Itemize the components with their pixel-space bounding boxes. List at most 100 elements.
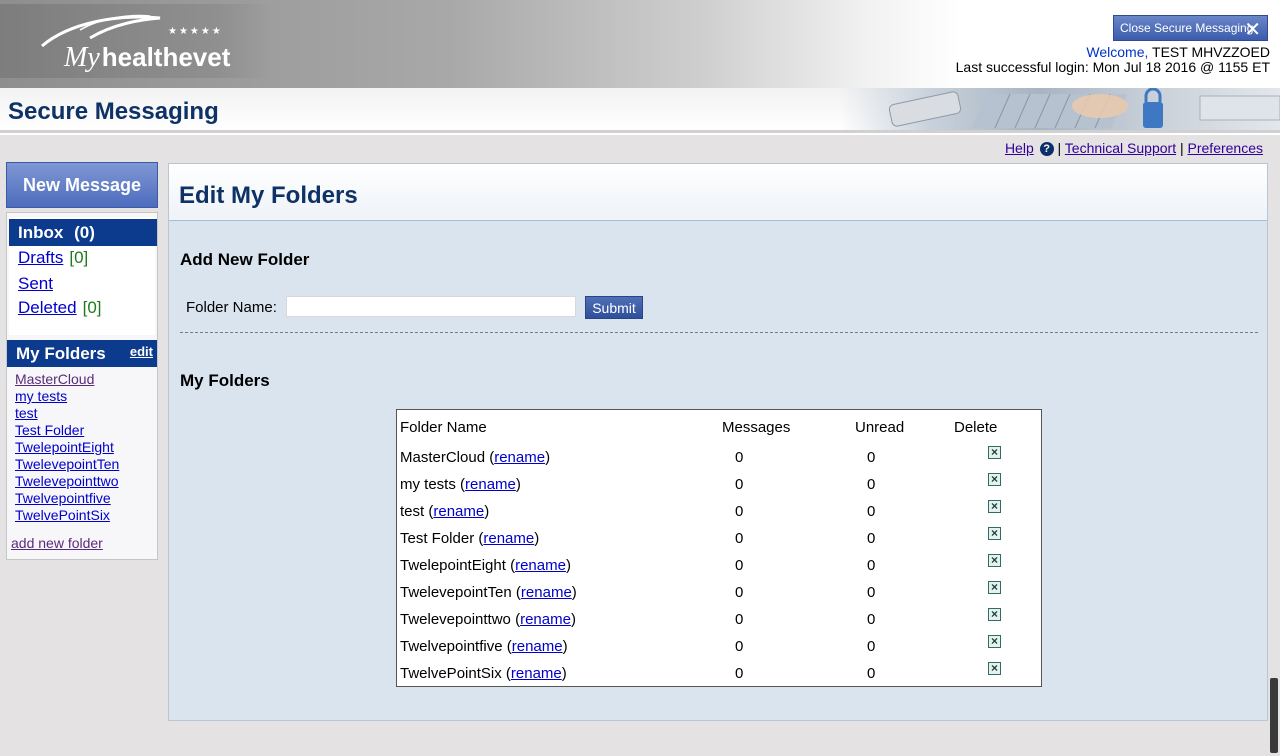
edit-folders-link[interactable]: edit xyxy=(130,338,153,365)
table-row: my tests (rename) 0 0 × xyxy=(397,473,1041,503)
messages-count: 0 xyxy=(735,530,744,547)
rename-link[interactable]: rename xyxy=(521,584,572,601)
user-name: TEST MHVZZOED xyxy=(1152,44,1270,60)
folder-name-input[interactable] xyxy=(286,296,576,317)
title-bar: Secure Messaging xyxy=(0,88,1280,133)
my-folders-heading: My Folders xyxy=(180,371,270,390)
add-folder-heading: Add New Folder xyxy=(180,250,310,269)
messages-count: 0 xyxy=(735,449,744,466)
content-panel: Edit My Folders Add New Folder Folder Na… xyxy=(168,163,1268,721)
table-row: MasterCloud (rename) 0 0 × xyxy=(397,446,1041,476)
folder-name-text: Twelvepointfive xyxy=(400,638,503,655)
folder-name-text: MasterCloud xyxy=(400,449,486,466)
column-header-folder-name: Folder Name xyxy=(400,419,487,436)
inbox-count: (0) xyxy=(74,223,95,242)
rename-link[interactable]: rename xyxy=(520,611,571,628)
help-link[interactable]: Help xyxy=(1005,140,1034,156)
folder-name-cell: TwelvePointSix (rename) xyxy=(400,665,567,682)
delete-x-icon[interactable]: × xyxy=(988,446,1001,459)
table-row: Test Folder (rename) 0 0 × xyxy=(397,527,1041,557)
delete-x-icon[interactable]: × xyxy=(988,608,1001,621)
messages-count: 0 xyxy=(735,476,744,493)
unread-count: 0 xyxy=(867,449,876,466)
keyboard-banner-image xyxy=(840,88,1280,130)
deleted-count: [0] xyxy=(82,298,102,317)
rename-link[interactable]: rename xyxy=(515,557,566,574)
link-separator: | xyxy=(1179,140,1184,156)
table-row: TwelevepointTen (rename) 0 0 × xyxy=(397,581,1041,611)
messages-count: 0 xyxy=(735,665,744,682)
my-folders-header: My Folders edit xyxy=(7,340,157,367)
rename-link[interactable]: rename xyxy=(483,530,534,547)
column-header-unread: Unread xyxy=(855,419,905,436)
add-new-folder-link[interactable]: add new folder xyxy=(11,535,103,551)
sidebar-item-sent: Sent xyxy=(18,274,53,294)
folder-name-cell: Test Folder (rename) xyxy=(400,530,540,547)
folder-name-cell: my tests (rename) xyxy=(400,476,521,493)
messages-count: 0 xyxy=(735,611,744,628)
scrollbar[interactable] xyxy=(1270,678,1278,753)
preferences-link[interactable]: Preferences xyxy=(1188,140,1263,156)
content-header: Edit My Folders xyxy=(169,164,1267,221)
logo-brand: healthevet xyxy=(101,42,231,72)
submit-button[interactable]: Submit xyxy=(585,296,643,319)
rename-link[interactable]: rename xyxy=(512,638,563,655)
rename-link[interactable]: rename xyxy=(494,449,545,466)
column-header-delete: Delete xyxy=(954,419,998,436)
messages-count: 0 xyxy=(735,584,744,601)
column-header-messages: Messages xyxy=(722,419,791,436)
close-secure-messaging-button[interactable]: Close Secure Messaging ✕ xyxy=(1113,15,1268,41)
rename-link[interactable]: rename xyxy=(465,476,516,493)
myhealthevet-logo[interactable]: ★★★★★ Myhealthevet xyxy=(0,4,270,78)
table-row: Twelevepointtwo (rename) 0 0 × xyxy=(397,608,1041,638)
sidebar-folder-link[interactable]: TwelepointEight xyxy=(15,439,119,456)
sidebar-item-inbox[interactable]: Inbox (0) xyxy=(9,219,157,246)
folder-name-cell: Twelvepointfive (rename) xyxy=(400,638,568,655)
sidebar-folder-link[interactable]: my tests xyxy=(15,388,119,405)
delete-x-icon[interactable]: × xyxy=(988,554,1001,567)
link-separator: | xyxy=(1057,140,1062,156)
sent-link[interactable]: Sent xyxy=(18,274,53,293)
inbox-label: Inbox xyxy=(18,223,64,242)
delete-x-icon[interactable]: × xyxy=(988,635,1001,648)
folder-name-label: Folder Name: xyxy=(186,299,277,316)
welcome-block: Welcome, TEST MHVZZOED Last successful l… xyxy=(956,45,1270,75)
new-message-button[interactable]: New Message xyxy=(6,162,158,208)
sidebar: Inbox (0) Drafts [0] Sent Deleted [0] My F… xyxy=(6,212,158,560)
logo-stars: ★★★★★ xyxy=(168,26,223,37)
help-question-icon[interactable]: ? xyxy=(1039,142,1054,156)
page-title: Secure Messaging xyxy=(8,98,219,125)
logo-text: Myhealthevet xyxy=(64,42,230,74)
sidebar-folder-link[interactable]: TwelvePointSix xyxy=(15,507,119,524)
sidebar-folder-link[interactable]: test xyxy=(15,405,119,422)
rename-link[interactable]: rename xyxy=(433,503,484,520)
keyboard-illustration xyxy=(888,88,1280,129)
top-links: Help ? | Technical Support | Preferences xyxy=(1005,140,1263,156)
technical-support-link[interactable]: Technical Support xyxy=(1065,140,1176,156)
drafts-link[interactable]: Drafts xyxy=(18,248,63,267)
table-row: test (rename) 0 0 × xyxy=(397,500,1041,530)
drafts-count: [0] xyxy=(69,248,89,267)
delete-x-icon[interactable]: × xyxy=(988,473,1001,486)
sidebar-folder-link[interactable]: Twelvepointfive xyxy=(15,490,119,507)
unread-count: 0 xyxy=(867,584,876,601)
sidebar-folder-link[interactable]: MasterCloud xyxy=(15,371,119,388)
deleted-link[interactable]: Deleted xyxy=(18,298,77,317)
delete-x-icon[interactable]: × xyxy=(988,581,1001,594)
delete-x-icon[interactable]: × xyxy=(988,527,1001,540)
folder-name-text: TwelvePointSix xyxy=(400,665,502,682)
sidebar-folder-link[interactable]: Test Folder xyxy=(15,422,119,439)
messages-count: 0 xyxy=(735,557,744,574)
rename-link[interactable]: rename xyxy=(511,665,562,682)
last-login: Last successful login: Mon Jul 18 2016 @… xyxy=(955,59,1270,75)
folder-name-text: TwelevepointTen xyxy=(400,584,512,601)
sidebar-folder-link[interactable]: Twelevepointtwo xyxy=(15,473,119,490)
unread-count: 0 xyxy=(867,476,876,493)
messages-count: 0 xyxy=(735,503,744,520)
delete-x-icon[interactable]: × xyxy=(988,500,1001,513)
folder-name-text: my tests xyxy=(400,476,456,493)
delete-x-icon[interactable]: × xyxy=(988,662,1001,675)
table-row: Twelvepointfive (rename) 0 0 × xyxy=(397,635,1041,665)
sidebar-folder-list: MasterCloud my tests test Test Folder Tw… xyxy=(15,371,119,524)
sidebar-folder-link[interactable]: TwelevepointTen xyxy=(15,456,119,473)
